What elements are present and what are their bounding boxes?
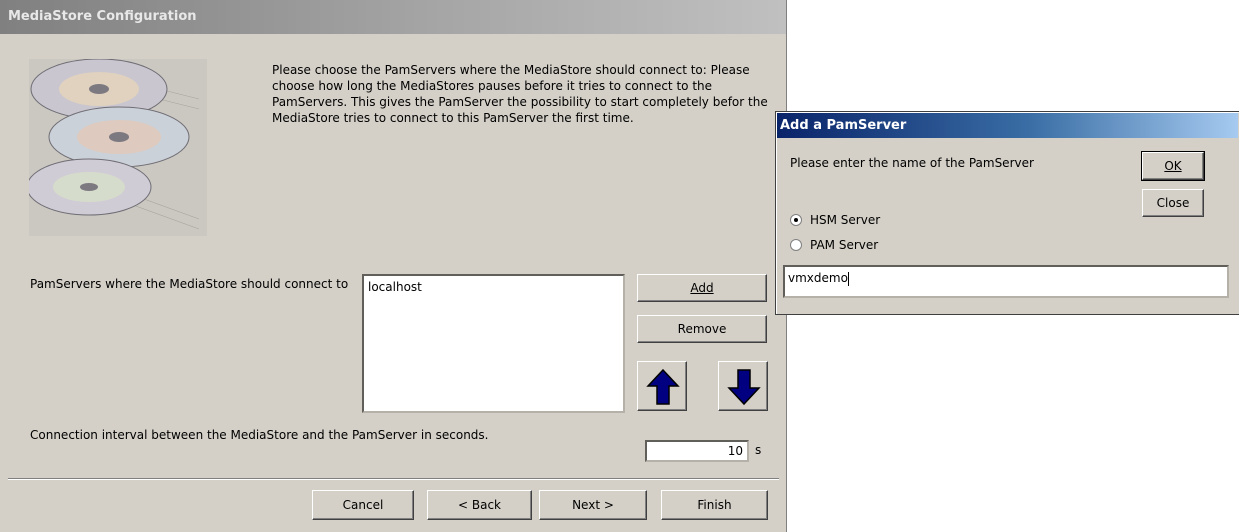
radio-hsm-label: HSM Server bbox=[810, 213, 881, 227]
close-button[interactable]: Close bbox=[1142, 189, 1204, 217]
interval-label: Connection interval between the MediaSto… bbox=[30, 428, 489, 442]
arrow-up-icon bbox=[646, 368, 680, 405]
intro-text: Please choose the PamServers where the M… bbox=[272, 63, 768, 125]
close-button-label: Close bbox=[1156, 196, 1190, 210]
servers-label: PamServers where the MediaStore should c… bbox=[30, 277, 349, 291]
back-button-label: < Back bbox=[457, 498, 501, 512]
list-item[interactable]: localhost bbox=[368, 279, 619, 295]
dialog-prompt: Please enter the name of the PamServer bbox=[790, 156, 1034, 170]
cancel-button[interactable]: Cancel bbox=[312, 490, 414, 520]
ok-button[interactable]: OK bbox=[1141, 151, 1205, 181]
finish-button-label: Finish bbox=[697, 498, 732, 512]
remove-button-label: Remove bbox=[677, 322, 727, 336]
separator bbox=[8, 478, 779, 480]
pamserver-name-input[interactable]: vmxdemo bbox=[783, 265, 1229, 298]
text-caret bbox=[847, 271, 849, 286]
interval-input[interactable]: 10 bbox=[645, 440, 749, 462]
arrow-down-icon bbox=[727, 369, 761, 406]
radio-checked-icon[interactable] bbox=[790, 214, 802, 226]
next-button[interactable]: Next > bbox=[539, 490, 647, 520]
interval-unit: s bbox=[755, 443, 762, 457]
cancel-button-label: Cancel bbox=[342, 498, 384, 512]
server-list[interactable]: localhost bbox=[362, 274, 625, 413]
mediastore-config-window: MediaStore Configuration Please choose t… bbox=[0, 0, 787, 532]
remove-button[interactable]: Remove bbox=[637, 315, 767, 343]
ok-button-label: OK bbox=[1164, 159, 1182, 173]
add-button-label: Add bbox=[690, 281, 714, 295]
window-title: MediaStore Configuration bbox=[0, 0, 786, 34]
finish-button[interactable]: Finish bbox=[661, 490, 768, 520]
dialog-title: Add a PamServer bbox=[777, 113, 1238, 138]
move-down-button[interactable] bbox=[718, 361, 768, 411]
next-button-label: Next > bbox=[572, 498, 614, 512]
radio-pam-server[interactable]: PAM Server bbox=[790, 238, 878, 252]
back-button[interactable]: < Back bbox=[427, 490, 532, 520]
pamserver-name-value: vmxdemo bbox=[788, 271, 848, 285]
radio-hsm-server[interactable]: HSM Server bbox=[790, 213, 880, 227]
move-up-button[interactable] bbox=[637, 361, 687, 411]
radio-pam-label: PAM Server bbox=[810, 238, 879, 252]
add-button[interactable]: Add bbox=[637, 274, 767, 302]
radio-unchecked-icon[interactable] bbox=[790, 239, 802, 251]
cd-discs-image bbox=[29, 59, 207, 236]
add-pamserver-dialog: Add a PamServer Please enter the name of… bbox=[775, 111, 1239, 315]
